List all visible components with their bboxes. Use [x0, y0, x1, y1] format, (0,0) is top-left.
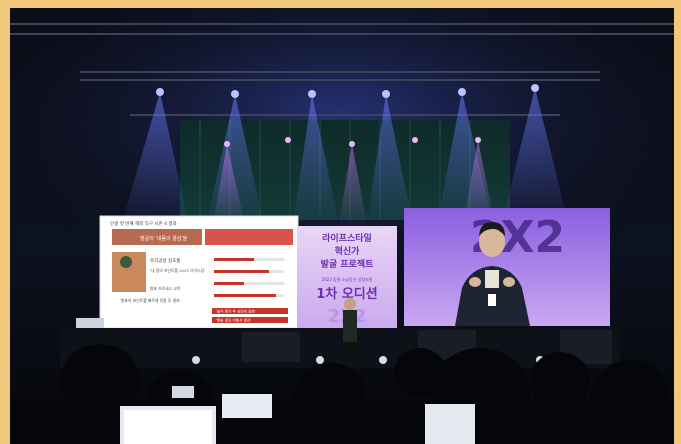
- center-line1: 라이프스타일: [322, 232, 372, 244]
- left-slide-name: 조각공방 김초롱: [150, 257, 180, 264]
- left-presentation-screen: 인생 첫 번째 해외 직구 시즌 4 결과 발굴의 '내몸의 결심'을 조각공방…: [99, 215, 299, 329]
- left-slide-chip1: '솔직 평가 후 상단에 표현': [216, 309, 256, 314]
- left-slide-banner: 발굴의 '내몸의 결심'을: [140, 235, 188, 242]
- center-line2: 혁신가: [335, 245, 361, 257]
- left-slide-quote: '발표의 포인트를 빠르게 전환 후 결과': [120, 298, 181, 303]
- left-slide-header: 인생 첫 번째 해외 직구 시즌 4 결과: [110, 220, 177, 227]
- center-line4: 2023 동원 소상공인 성장지원: [322, 276, 373, 282]
- left-slide-note1: '내 몸의 포인트를 2023 사이드잡': [150, 268, 205, 273]
- left-slide-note2: 발표 프로세스 교육: [150, 286, 181, 291]
- stage-floor: [60, 328, 620, 368]
- right-video-screen: 2X2: [404, 208, 610, 326]
- concert-stage-photo: 인생 첫 번째 해외 직구 시즌 4 결과 발굴의 '내몸의 결심'을 조각공방…: [0, 0, 681, 444]
- left-slide-chip2: '활동 결과 비해서 결과': [216, 318, 251, 323]
- slide-red-banner: [205, 229, 293, 245]
- center-line3: 발굴 프로젝트: [321, 258, 375, 270]
